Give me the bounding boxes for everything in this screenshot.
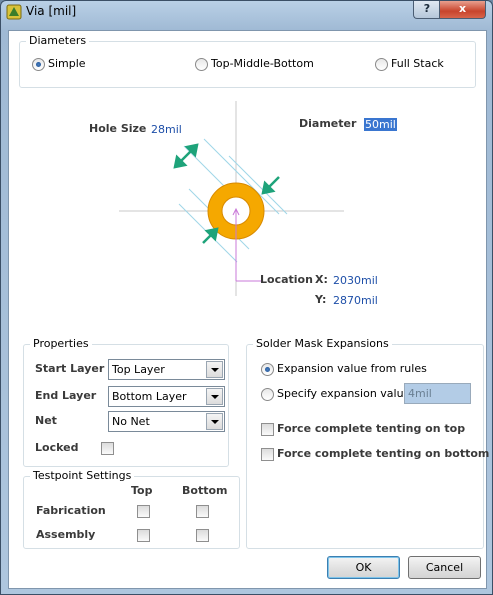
- solder-mask-group-title: Solder Mask Expansions: [253, 337, 392, 350]
- specify-expansion-radio[interactable]: [261, 388, 274, 401]
- full-stack-radio[interactable]: [375, 58, 388, 71]
- hole-size-value[interactable]: 28mil: [151, 123, 182, 136]
- cancel-button[interactable]: Cancel: [408, 556, 481, 579]
- diameter-label: Diameter: [299, 117, 357, 130]
- top-middle-bottom-radio-label[interactable]: Top-Middle-Bottom: [211, 57, 314, 70]
- diameter-value[interactable]: 50mil: [364, 118, 397, 131]
- hole-size-label: Hole Size: [89, 122, 147, 135]
- properties-group: Properties Start Layer Top Layer End Lay…: [23, 337, 229, 467]
- location-y-label: Y:: [315, 293, 327, 306]
- solder-mask-group: Solder Mask Expansions Expansion value f…: [246, 337, 489, 549]
- net-label: Net: [35, 414, 57, 427]
- properties-group-title: Properties: [30, 337, 92, 350]
- start-layer-label: Start Layer: [35, 362, 105, 375]
- start-layer-value: Top Layer: [112, 363, 165, 376]
- assembly-bottom-checkbox[interactable]: [196, 529, 209, 542]
- expansion-from-rules-label[interactable]: Expansion value from rules: [277, 362, 427, 375]
- close-button[interactable]: x: [439, 1, 486, 19]
- fabrication-top-checkbox[interactable]: [137, 505, 150, 518]
- fabrication-label: Fabrication: [36, 504, 106, 517]
- assembly-top-checkbox[interactable]: [137, 529, 150, 542]
- end-layer-label: End Layer: [35, 389, 97, 402]
- assembly-label: Assembly: [36, 528, 96, 541]
- location-label: Location: [260, 273, 313, 286]
- force-tenting-top-checkbox[interactable]: [261, 423, 274, 436]
- end-layer-value: Bottom Layer: [112, 390, 187, 403]
- location-y-value[interactable]: 2870mil: [333, 294, 378, 307]
- location-x-value[interactable]: 2030mil: [333, 274, 378, 287]
- chevron-down-icon[interactable]: [206, 361, 223, 378]
- start-layer-select[interactable]: Top Layer: [108, 359, 225, 380]
- title-bar[interactable]: Via [mil] ? x: [1, 1, 492, 23]
- full-stack-radio-label[interactable]: Full Stack: [391, 57, 444, 70]
- simple-radio-label[interactable]: Simple: [48, 57, 86, 70]
- altium-app-icon: [6, 4, 22, 20]
- testpoint-group: Testpoint Settings Top Bottom Fabricatio…: [23, 469, 240, 549]
- simple-radio[interactable]: [32, 58, 45, 71]
- chevron-down-icon[interactable]: [206, 413, 223, 430]
- testpoint-group-title: Testpoint Settings: [30, 469, 135, 482]
- force-tenting-bottom-label[interactable]: Force complete tenting on bottom: [277, 447, 489, 460]
- expansion-from-rules-radio[interactable]: [261, 363, 274, 376]
- location-x-label: X:: [315, 273, 328, 286]
- fabrication-bottom-checkbox[interactable]: [196, 505, 209, 518]
- net-value: No Net: [112, 415, 150, 428]
- via-dialog-window: Via [mil] ? x Diameters Simple Top-Middl…: [0, 0, 493, 595]
- testpoint-col-top: Top: [131, 484, 153, 497]
- locked-label: Locked: [35, 441, 79, 454]
- expansion-value-input[interactable]: 4mil: [404, 383, 471, 404]
- net-select[interactable]: No Net: [108, 411, 225, 432]
- diameters-group-title: Diameters: [26, 34, 90, 47]
- specify-expansion-label[interactable]: Specify expansion value: [277, 387, 410, 400]
- diameters-group: Diameters Simple Top-Middle-Bottom Full …: [19, 34, 476, 88]
- end-layer-select[interactable]: Bottom Layer: [108, 386, 225, 407]
- top-middle-bottom-radio[interactable]: [195, 58, 208, 71]
- chevron-down-icon[interactable]: [206, 388, 223, 405]
- testpoint-col-bottom: Bottom: [182, 484, 228, 497]
- dialog-body: Diameters Simple Top-Middle-Bottom Full …: [8, 30, 489, 589]
- ok-button[interactable]: OK: [327, 556, 400, 579]
- force-tenting-bottom-checkbox[interactable]: [261, 448, 274, 461]
- expansion-value-text: 4mil: [408, 387, 432, 400]
- help-button[interactable]: ?: [413, 1, 440, 19]
- locked-checkbox[interactable]: [101, 442, 114, 455]
- force-tenting-top-label[interactable]: Force complete tenting on top: [277, 422, 465, 435]
- window-title: Via [mil]: [26, 4, 77, 18]
